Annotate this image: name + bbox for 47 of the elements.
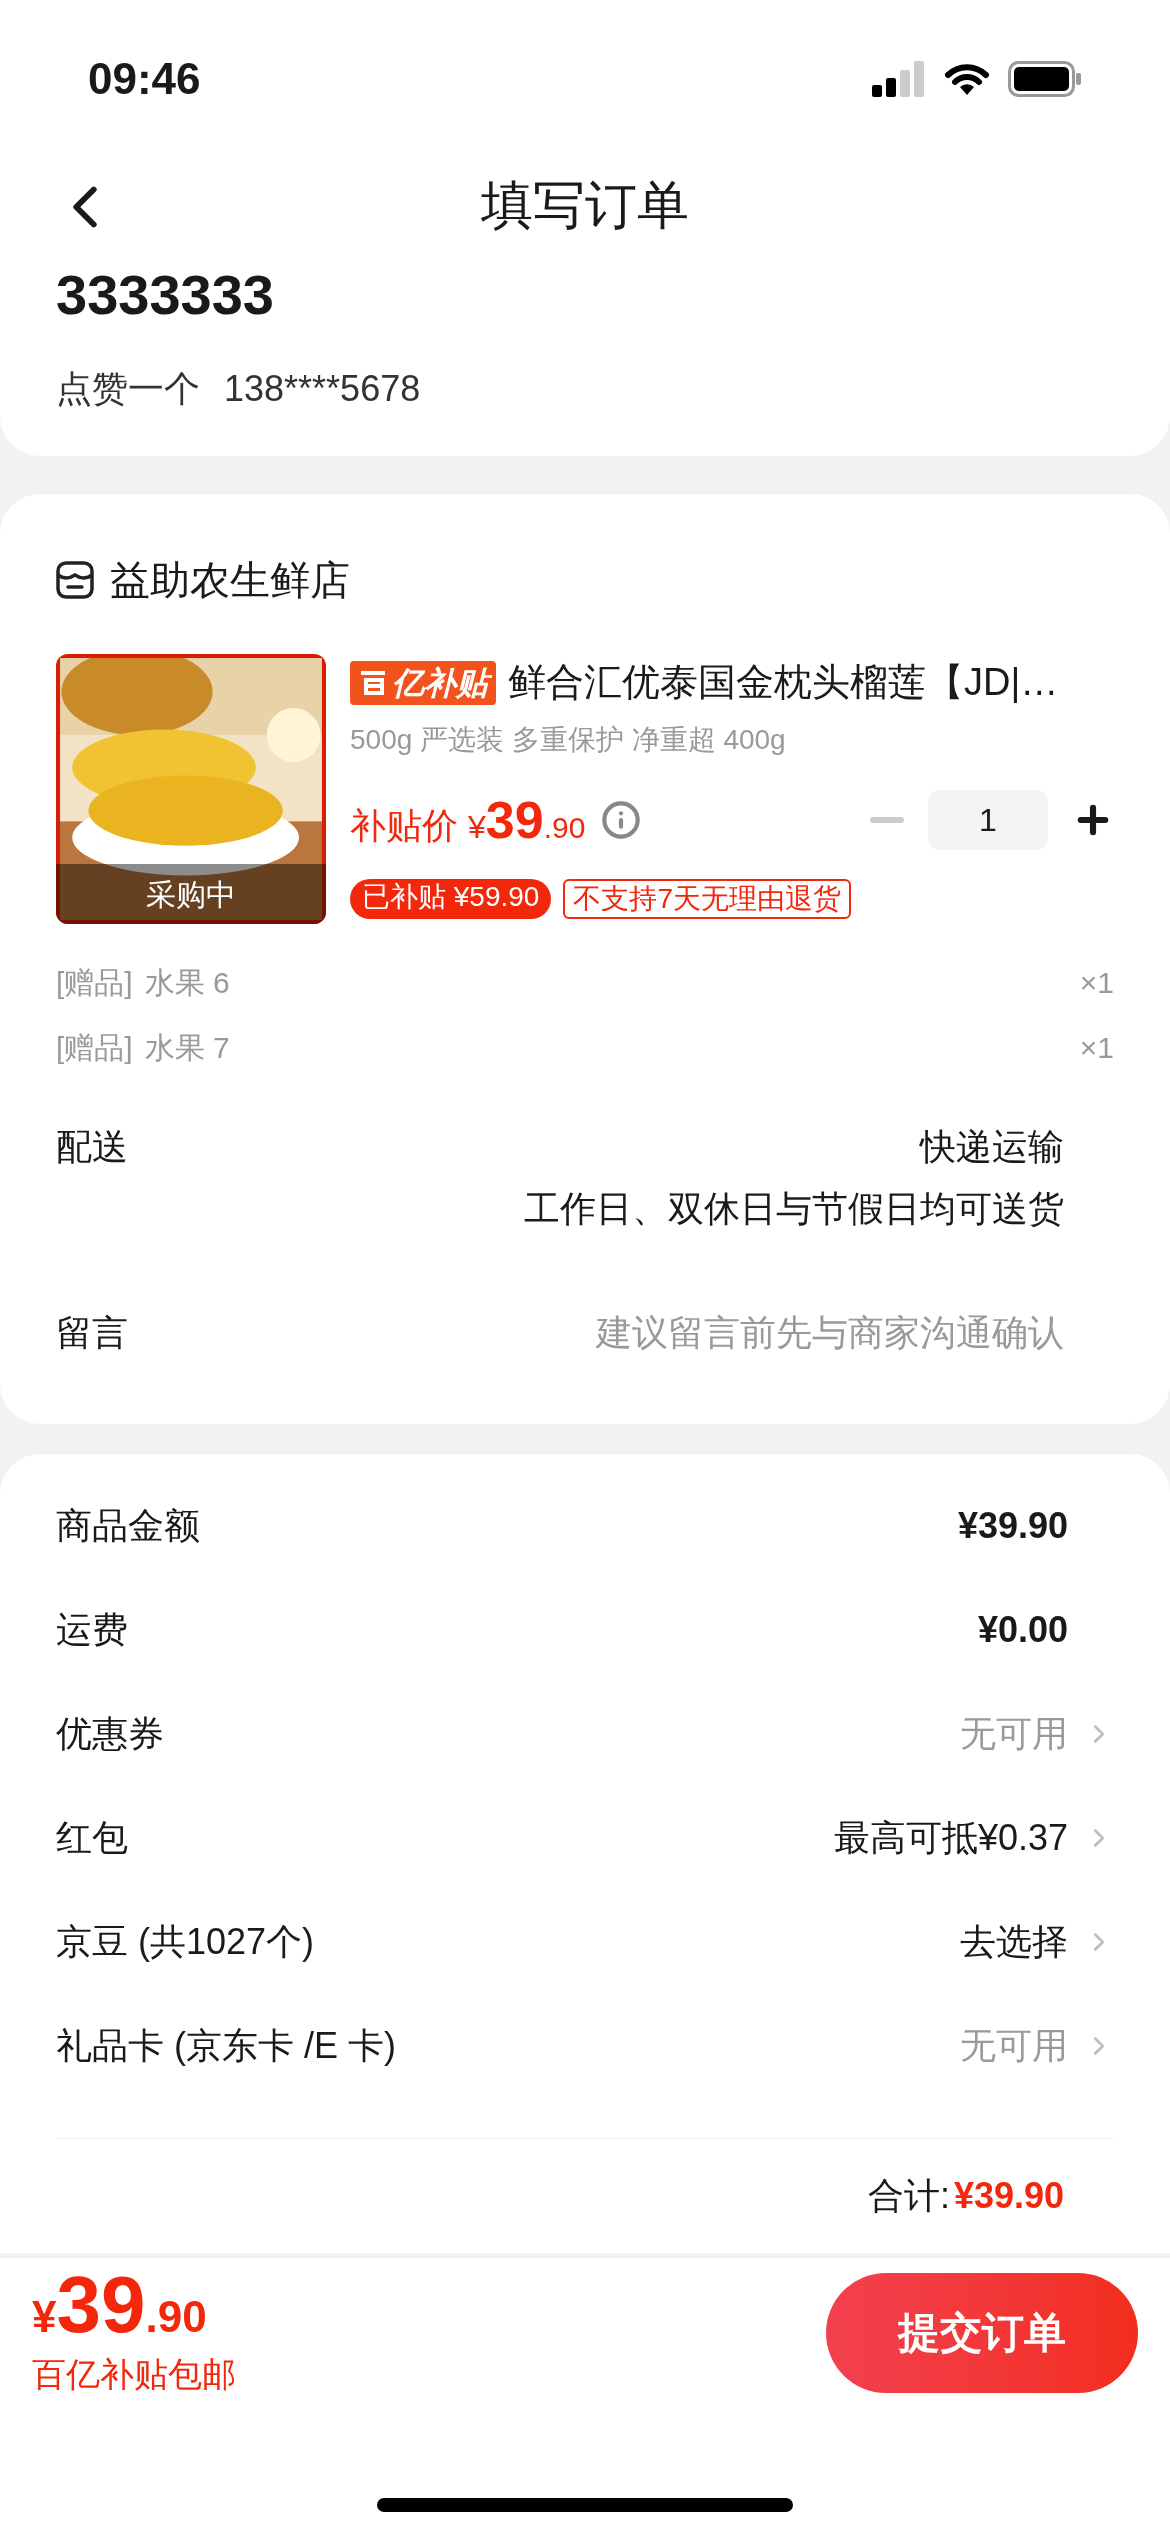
shop-icon [56,561,94,599]
recipient-name: 3333333 [56,262,275,328]
message-field[interactable]: 建议留言前先与商家沟通确认 [168,1306,1064,1360]
summary-label: 礼品卡 (京东卡 /E 卡) [56,2024,396,2068]
battery-icon [1008,61,1082,97]
summary-value: ¥39.90 [957,1504,1068,1548]
subsidy-badge: 亿补贴 [350,660,496,705]
gift-label: [赠品] [56,1030,133,1066]
contact-phone: 138****5678 [224,367,421,411]
summary-label: 红包 [56,1816,128,1860]
summary-value[interactable]: 去选择 [960,1915,1068,1969]
delivery-label: 配送 [56,1125,128,1169]
gift-name: 水果 7 [144,1030,230,1066]
total-value: ¥39.90 [953,2174,1064,2218]
footer-price: ¥39.90 [32,2265,208,2345]
shop-name: 益助农生鲜店 [110,557,350,604]
product-image[interactable]: 采购中 [56,654,326,924]
summary-value[interactable]: 最高可抵¥0.37 [833,1811,1068,1865]
quantity-field[interactable]: 1 [928,790,1048,850]
message-label: 留言 [56,1311,128,1355]
delivery-method[interactable]: 快递运输 [920,1120,1064,1174]
gift-name: 水果 6 [144,965,230,1001]
gift-count: ×1 [1079,1030,1114,1066]
summary-value: ¥0.00 [977,1608,1068,1652]
subsidy-price: 补贴价 ¥39.90 [350,790,586,851]
info-icon[interactable] [601,800,642,840]
gift-count: ×1 [1079,965,1114,1001]
summary-label: 商品金额 [56,1504,200,1548]
summary-label: 京豆 (共1027个) [56,1920,315,1964]
status-overlay: 采购中 [146,876,236,913]
status-time: 09:46 [88,53,201,105]
signal-icon [872,61,926,97]
gift-label: [赠品] [56,965,133,1001]
product-title: 鲜合汇优泰国金枕头榴莲【JD|… [508,660,1059,705]
product-spec: 500g 严选装 多重保护 净重超 400g [350,723,787,757]
summary-label: 运费 [56,1608,128,1652]
delivery-note: 工作日、双休日与节假日均可送货 [524,1187,1064,1231]
page-title: 填写订单 [481,175,689,236]
product-tag: 已补贴 ¥59.90 [350,879,552,919]
submit-button[interactable]: 提交订单 [826,2272,1138,2393]
total-label: 合计: [867,2174,950,2218]
product-tag: 不支持7天无理由退货 [563,879,851,919]
wifi-icon [942,61,992,97]
shipping-note: 百亿补贴包邮 [32,2354,236,2395]
contact-name: 点赞一个 [56,367,200,411]
summary-label: 优惠券 [56,1712,164,1756]
minus-icon [870,817,904,823]
